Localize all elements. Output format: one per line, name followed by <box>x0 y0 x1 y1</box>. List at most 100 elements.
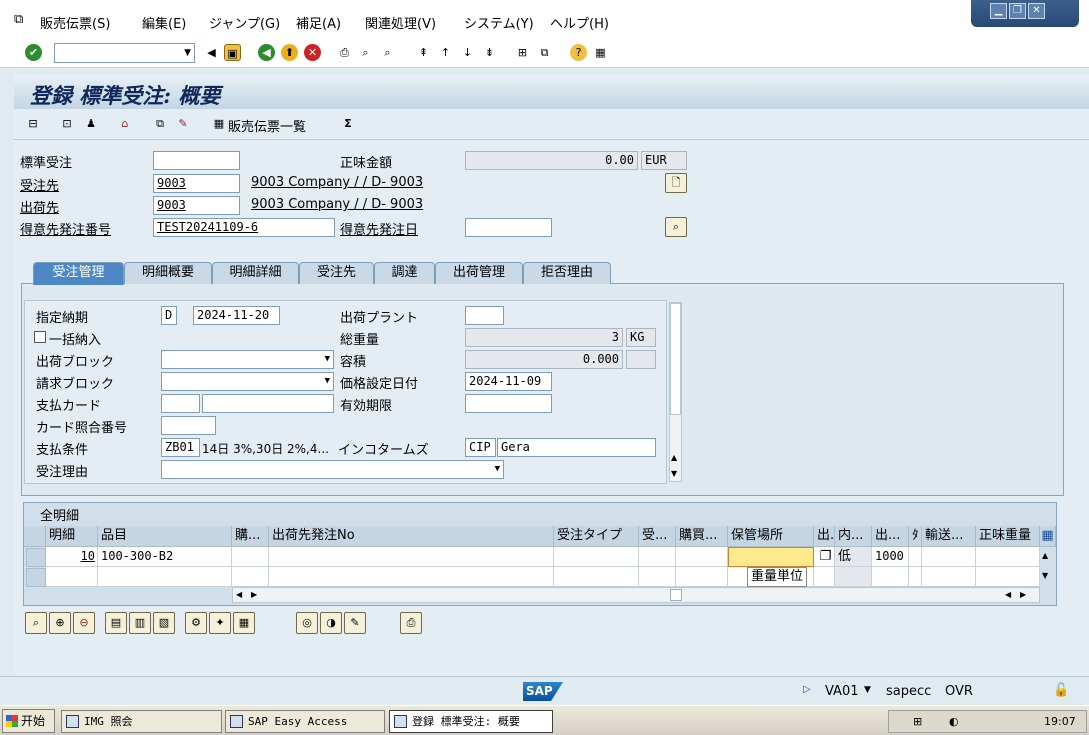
cell-order-type[interactable] <box>554 567 639 587</box>
sales-doc-list-icon[interactable]: ▦ <box>210 115 228 133</box>
po-number-field[interactable]: TEST20241109-6 <box>153 218 335 237</box>
cell-purchasing[interactable] <box>676 547 728 567</box>
col-purchasing[interactable]: 購買... <box>676 526 728 547</box>
incoterms-place-field[interactable]: Gera <box>497 438 656 457</box>
po-date-label[interactable]: 得意先発注日 <box>340 219 418 238</box>
exit-icon[interactable]: ⬆ <box>281 44 298 61</box>
cell-item[interactable]: 10 <box>46 547 98 567</box>
cell-material[interactable]: 100-300-B2 <box>98 547 232 567</box>
cell-order-type[interactable] <box>554 547 639 567</box>
pricing-date-field[interactable]: 2024-11-09 <box>465 372 552 391</box>
close-icon[interactable]: ✕ <box>1028 3 1045 19</box>
scrollbar-thumb[interactable] <box>670 303 681 415</box>
deselect-all-icon[interactable]: ▧ <box>153 612 175 634</box>
hscroll-thumb[interactable] <box>670 589 682 601</box>
cell-receive[interactable] <box>639 567 676 587</box>
scroll-down-icon[interactable]: ▼ <box>671 469 677 478</box>
cell-net-weight[interactable] <box>976 567 1040 587</box>
shortcut-icon[interactable]: ⧉ <box>536 44 553 61</box>
conditions-icon[interactable]: ✦ <box>209 612 231 634</box>
po-date-field[interactable] <box>465 218 552 237</box>
grid-hscroll[interactable]: ◀ ▶ ◀ ▶ <box>232 587 1040 603</box>
tab-sales[interactable]: 受注管理 <box>33 262 124 285</box>
find-icon[interactable]: ⌕ <box>357 44 374 61</box>
grid-scroll-up-icon[interactable]: ▲ <box>1042 551 1048 560</box>
help-icon[interactable]: ? <box>570 44 587 61</box>
find-next-icon[interactable]: ⌕ <box>379 44 396 61</box>
sum-icon[interactable]: Σ <box>339 115 357 133</box>
scroll-left-icon[interactable]: ◀ <box>1005 590 1011 599</box>
cell-shipping[interactable]: 1000 <box>872 547 909 567</box>
display-doc-header-icon[interactable]: ⊟ <box>24 115 42 133</box>
col-receive[interactable]: 受... <box>639 526 676 547</box>
cell-net-weight[interactable] <box>976 547 1040 567</box>
display-item-icon[interactable]: ⊡ <box>58 115 76 133</box>
layout-icon[interactable]: ▦ <box>592 44 609 61</box>
cell-shipping[interactable] <box>872 567 909 587</box>
scroll-right-icon[interactable]: ▶ <box>251 590 257 599</box>
task-easy-access[interactable]: SAP Easy Access <box>225 710 385 733</box>
cell-purchasing[interactable] <box>676 567 728 587</box>
req-delivery-date-field[interactable]: 2024-11-20 <box>193 306 280 325</box>
new-session-icon[interactable]: ⊞ <box>514 44 531 61</box>
sold-to-field[interactable]: 9003 <box>153 174 240 193</box>
cell-ship[interactable] <box>814 567 835 587</box>
minimize-icon[interactable]: ▁ <box>990 3 1007 19</box>
po-number-label[interactable]: 得意先発注番号 <box>20 219 111 238</box>
cancel-icon[interactable]: ✕ <box>304 44 321 61</box>
menu-system[interactable]: システム(Y) <box>464 13 534 32</box>
search-doc-icon[interactable]: ⌕ <box>665 217 687 237</box>
print-preview-icon[interactable]: ⎙ <box>400 612 422 634</box>
cell-ship-to-po[interactable] <box>269 567 554 587</box>
cell-receive[interactable] <box>639 547 676 567</box>
insert-row-icon[interactable]: ⊕ <box>49 612 71 634</box>
sap-menu-icon[interactable]: ⧉ <box>14 12 23 27</box>
cell-purch[interactable] <box>232 567 269 587</box>
schedule-icon[interactable]: ▦ <box>233 612 255 634</box>
order-type-field[interactable] <box>153 151 240 170</box>
partner-icon[interactable]: ♟ <box>82 115 100 133</box>
grid-scroll-down-icon[interactable]: ▼ <box>1042 571 1048 580</box>
tab-reason-rejection[interactable]: 拒否理由 <box>523 262 611 284</box>
tab-ordering-party[interactable]: 受注先 <box>299 262 374 284</box>
menu-sales-document[interactable]: 販売伝票(S) <box>40 13 110 32</box>
menu-environment[interactable]: 関連処理(V) <box>365 13 436 32</box>
col-shipping[interactable]: 出... <box>872 526 909 547</box>
save-icon[interactable]: ▣ <box>224 44 241 61</box>
document-icon[interactable]: 🗋 <box>665 173 687 193</box>
tab-item-detail[interactable]: 明細詳細 <box>212 262 299 284</box>
configure-icon[interactable]: ⚙ <box>185 612 207 634</box>
payment-card-type-field[interactable] <box>161 394 200 413</box>
next-page-icon[interactable]: ↓ <box>459 44 476 61</box>
first-page-icon[interactable]: ⇞ <box>415 44 432 61</box>
cell-transport[interactable] <box>922 567 976 587</box>
cell-ta[interactable] <box>909 547 922 567</box>
col-order-type[interactable]: 受注タイプ <box>554 526 639 547</box>
cell-ship-to-po[interactable] <box>269 547 554 567</box>
card-verification-field[interactable] <box>161 416 216 435</box>
ship-to-field[interactable]: 9003 <box>153 196 240 215</box>
col-ship-to-po[interactable]: 出荷先発注No <box>269 526 554 547</box>
col-ship[interactable]: 出. <box>814 526 835 547</box>
delete-row-icon[interactable]: ⊖ <box>73 612 95 634</box>
network-icon[interactable]: ⊞ <box>913 715 922 728</box>
col-purch[interactable]: 購... <box>232 526 269 547</box>
req-delivery-type-field[interactable]: D <box>161 306 177 325</box>
ship-to-label[interactable]: 出荷先 <box>20 197 59 216</box>
scroll-left-icon[interactable]: ◀ <box>236 590 242 599</box>
cell-material[interactable] <box>98 567 232 587</box>
select-block-icon[interactable]: ▥ <box>129 612 151 634</box>
row-selector[interactable] <box>26 568 46 587</box>
cell-transport[interactable] <box>922 547 976 567</box>
incoterms-field[interactable]: CIP <box>465 438 496 457</box>
back-icon[interactable]: ◀ <box>258 44 275 61</box>
menu-edit[interactable]: 編集(E) <box>142 13 186 32</box>
copy-icon[interactable]: ⧉ <box>151 115 169 133</box>
cell-inner[interactable] <box>835 567 872 587</box>
status-triangle-icon[interactable]: ▷ <box>803 684 811 695</box>
sales-doc-list-button[interactable]: 販売伝票一覧 <box>228 116 306 135</box>
item-detail-icon[interactable]: ⌕ <box>25 612 47 634</box>
command-field[interactable]: ▼ <box>54 43 195 63</box>
complete-delivery-checkbox[interactable] <box>34 331 46 343</box>
start-button[interactable]: 开始 <box>2 709 55 733</box>
